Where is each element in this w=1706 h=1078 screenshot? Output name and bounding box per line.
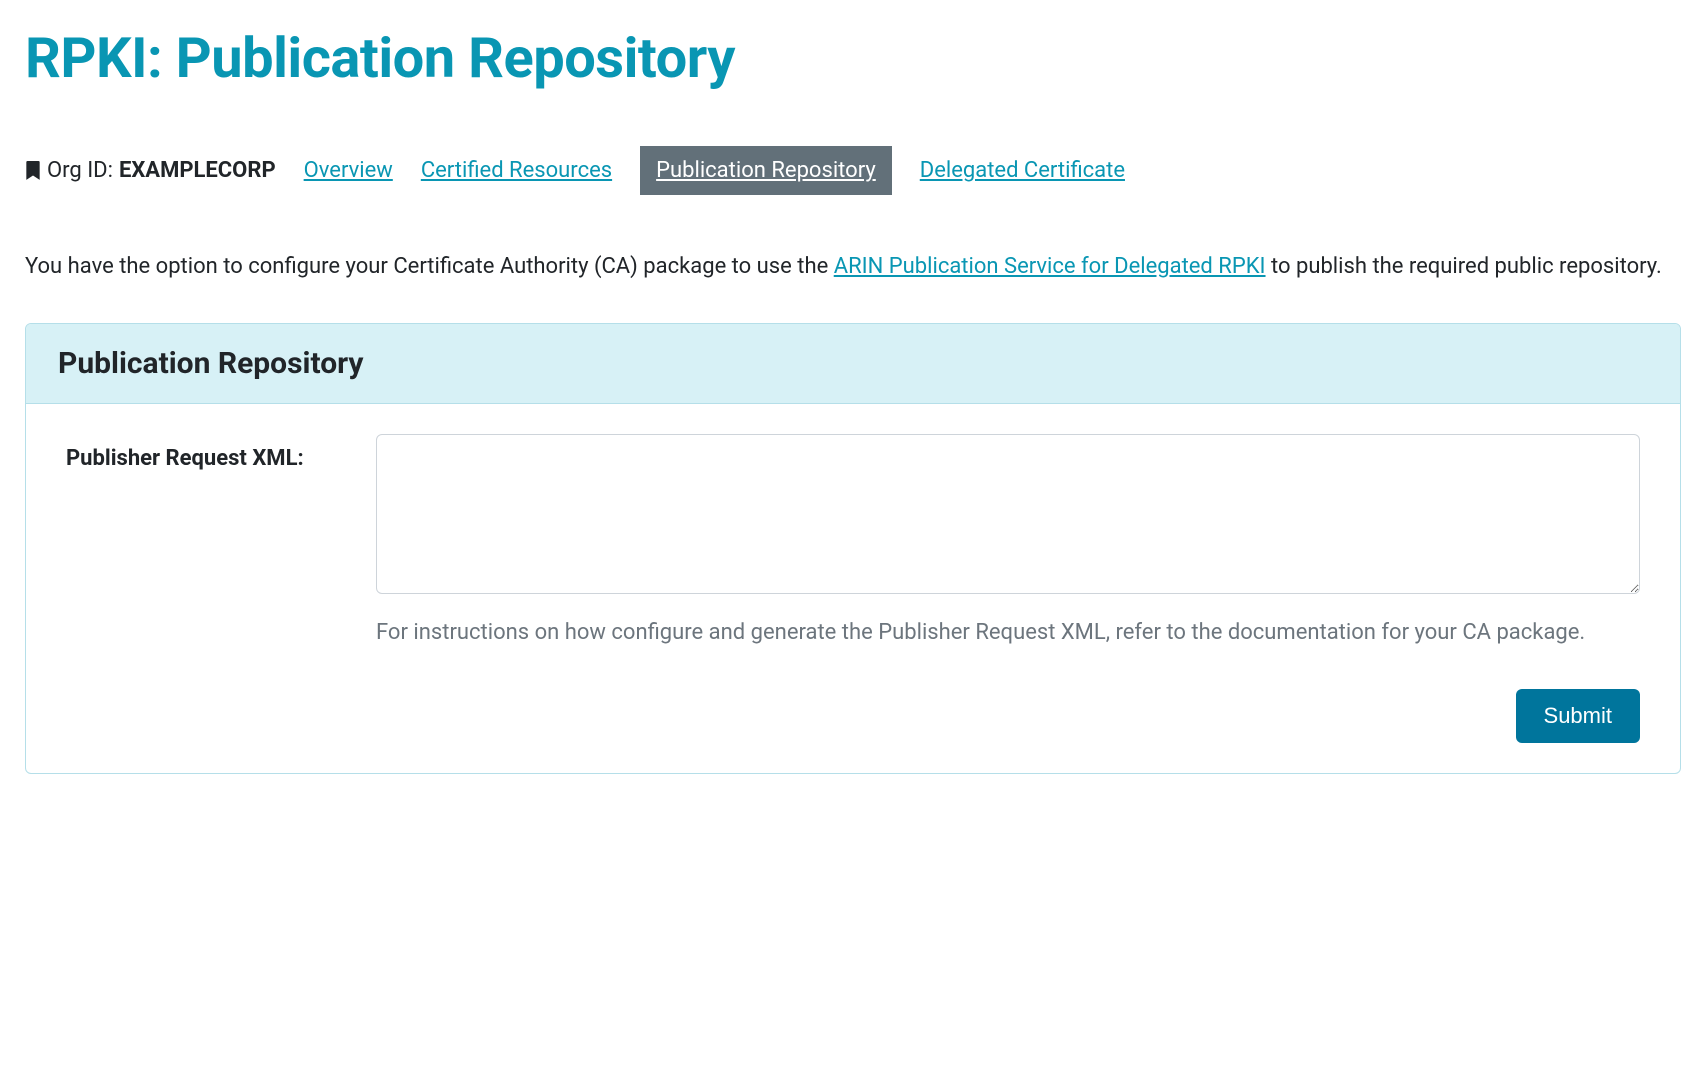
page-title: RPKI: Publication Repository xyxy=(25,25,1681,91)
publisher-request-xml-input[interactable] xyxy=(376,434,1640,594)
form-row: Publisher Request XML: For instructions … xyxy=(66,434,1640,649)
publication-repository-card: Publication Repository Publisher Request… xyxy=(25,323,1681,774)
button-row: Submit xyxy=(66,689,1640,743)
submit-button[interactable]: Submit xyxy=(1516,689,1640,743)
tab-overview[interactable]: Overview xyxy=(304,152,393,189)
intro-text: You have the option to configure your Ce… xyxy=(25,250,1681,283)
org-id-label: Org ID: xyxy=(47,158,113,183)
card-header: Publication Repository xyxy=(26,324,1680,404)
org-id: Org ID: EXAMPLECORP xyxy=(25,158,276,183)
tab-publication-repository[interactable]: Publication Repository xyxy=(640,146,892,195)
intro-suffix: to publish the required public repositor… xyxy=(1266,254,1662,279)
help-text: For instructions on how configure and ge… xyxy=(376,616,1640,649)
bookmark-icon xyxy=(25,161,41,181)
nav-row: Org ID: EXAMPLECORP Overview Certified R… xyxy=(25,146,1681,195)
form-input-col: For instructions on how configure and ge… xyxy=(376,434,1640,649)
tab-delegated-certificate[interactable]: Delegated Certificate xyxy=(920,152,1125,189)
tab-certified-resources[interactable]: Certified Resources xyxy=(421,152,612,189)
card-body: Publisher Request XML: For instructions … xyxy=(26,404,1680,773)
intro-link[interactable]: ARIN Publication Service for Delegated R… xyxy=(834,254,1266,279)
org-id-value: EXAMPLECORP xyxy=(119,158,276,183)
publisher-request-xml-label: Publisher Request XML: xyxy=(66,434,356,471)
intro-prefix: You have the option to configure your Ce… xyxy=(25,254,834,279)
